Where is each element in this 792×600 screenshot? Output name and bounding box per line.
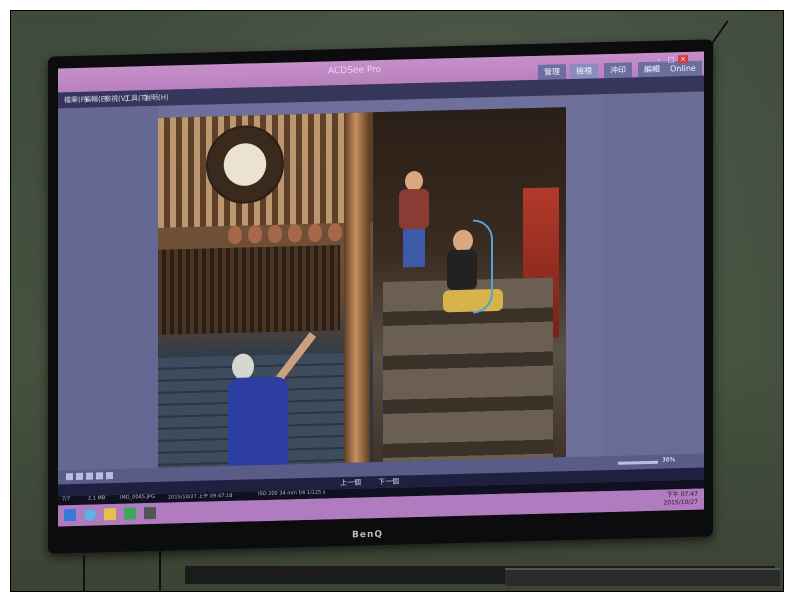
hanging-gourd — [288, 224, 302, 243]
blue-bow — [473, 219, 493, 314]
tab-view[interactable]: 檢視 — [570, 63, 598, 80]
tab-manage[interactable]: 管理 — [538, 64, 566, 80]
scene-doorway — [373, 107, 566, 463]
photo-frame: ACDSee Pro 管理 檢視 沖印 編輯 Online – □ × 檔案(F… — [0, 0, 792, 600]
hanging-gourd — [228, 225, 242, 245]
status-size: 2.1 MB — [88, 495, 106, 502]
media-device — [505, 568, 780, 586]
child-sweater — [399, 188, 429, 230]
child-jeans — [403, 228, 425, 268]
status-file: IMG_0045.JPG — [120, 493, 155, 501]
menu-help[interactable]: 說明(H) — [144, 93, 169, 104]
hanging-gourd — [308, 223, 322, 242]
tv-screen: ACDSee Pro 管理 檢視 沖印 編輯 Online – □ × 檔案(F… — [58, 51, 704, 527]
minimize-icon[interactable]: – — [654, 56, 664, 64]
blue-shirt — [228, 376, 288, 467]
zoom-level: 36% — [662, 456, 676, 464]
tv-brand-logo: BenQ — [352, 529, 384, 541]
viewer-image[interactable] — [158, 107, 566, 468]
wooden-cabinet — [158, 245, 340, 335]
tab-edit[interactable]: 編輯 — [638, 61, 666, 78]
status-index: 7/7 — [62, 496, 71, 503]
fit-icon[interactable] — [96, 472, 103, 480]
left-panel — [58, 105, 158, 471]
hanging-gourd — [328, 223, 342, 242]
woman-head — [232, 353, 254, 380]
right-panel — [604, 91, 704, 457]
folder-icon[interactable] — [104, 507, 116, 521]
rotate-left-icon[interactable] — [66, 473, 73, 481]
status-date: 2015/10/27 上午 09:47:18 — [168, 492, 233, 501]
maximize-icon[interactable]: □ — [666, 55, 676, 63]
prev-button[interactable]: 上一個 — [340, 478, 361, 489]
crop-icon[interactable] — [86, 472, 93, 480]
fullscreen-icon[interactable] — [106, 472, 113, 480]
windows-start-icon[interactable] — [64, 508, 76, 522]
store-icon[interactable] — [124, 507, 136, 520]
zoom-slider[interactable] — [618, 460, 658, 465]
ie-icon[interactable] — [84, 508, 96, 521]
tab-print[interactable]: 沖印 — [604, 62, 632, 79]
archer-child — [433, 219, 513, 371]
acdsee-icon[interactable] — [144, 506, 156, 520]
close-icon[interactable]: × — [678, 54, 688, 64]
hanging-gourd — [268, 224, 282, 243]
floor-cable-2 — [83, 556, 85, 591]
clock-date: 2015/10/27 — [663, 498, 698, 507]
standing-child — [397, 170, 433, 268]
app-title: ACDSee Pro — [328, 64, 382, 77]
status-exposure: ISO 200 34 mm f/4 1/125 s — [258, 489, 326, 498]
next-button[interactable]: 下一個 — [378, 477, 399, 488]
scene-courtyard — [158, 112, 373, 468]
rotate-right-icon[interactable] — [76, 472, 83, 480]
elderly-woman — [228, 332, 317, 467]
wooden-pillar — [344, 112, 370, 463]
hanging-gourd — [248, 225, 262, 244]
system-clock[interactable]: 下午 07:47 2015/10/27 — [663, 491, 698, 508]
